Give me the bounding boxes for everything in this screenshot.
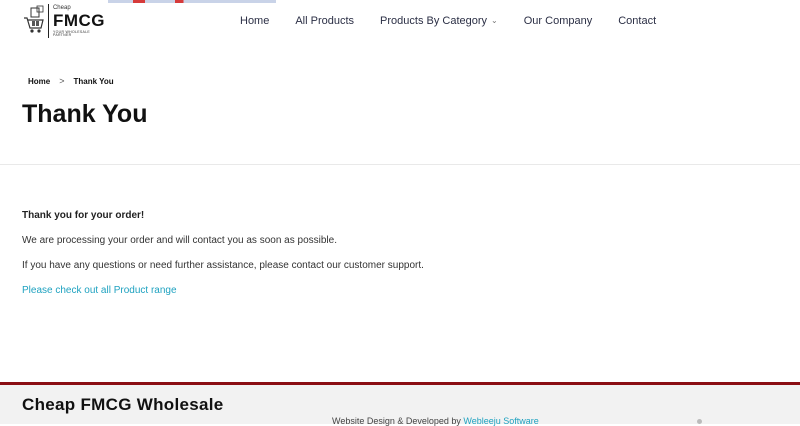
logo-divider: [48, 4, 49, 38]
nav-item-home[interactable]: Home: [240, 15, 269, 27]
breadcrumb-home[interactable]: Home: [28, 77, 50, 86]
site-logo[interactable]: Cheap FMCG YOUR WHOLESALE PARTNER: [22, 2, 108, 40]
product-range-link[interactable]: Please check out all Product range: [22, 285, 177, 296]
nav-item-label: All Products: [295, 15, 355, 27]
breadcrumb-current: Thank You: [73, 76, 114, 86]
footer-social-icon[interactable]: [697, 419, 702, 424]
footer-credit: Website Design & Developed by Webleeju S…: [332, 416, 539, 426]
nav-item-label: Our Company: [523, 15, 593, 27]
breadcrumb-separator-icon: >: [59, 76, 65, 86]
logo-tagline: YOUR WHOLESALE PARTNER: [52, 29, 91, 37]
nav-item-label: Products By Category: [380, 15, 488, 27]
nav-item-our-company[interactable]: Our Company: [524, 15, 592, 27]
logo-text: Cheap FMCG YOUR WHOLESALE PARTNER: [53, 5, 108, 38]
footer-credit-link[interactable]: Webleeju Software: [463, 416, 538, 426]
main-nav: Home All Products Products By Category ⌄ …: [240, 15, 682, 27]
shopping-cart-icon: [22, 4, 46, 38]
page-title: Thank You: [22, 100, 148, 128]
footer-brand: Cheap FMCG Wholesale: [22, 395, 224, 414]
header-banner-strip: [108, 0, 276, 3]
logo-small-text: Cheap: [52, 4, 71, 11]
section-divider: [0, 164, 800, 165]
chevron-down-icon: ⌄: [491, 16, 498, 25]
order-confirmation-content: Thank you for your order! We are process…: [22, 210, 782, 310]
site-footer: Cheap FMCG Wholesale Website Design & De…: [0, 382, 800, 426]
footer-credit-text: Website Design & Developed by: [332, 416, 464, 426]
logo-brand-text: FMCG: [52, 10, 106, 30]
site-header: Cheap FMCG YOUR WHOLESALE PARTNER Home A…: [0, 0, 800, 46]
nav-item-all-products[interactable]: All Products: [295, 15, 354, 27]
support-message: If you have any questions or need furthe…: [22, 260, 424, 271]
nav-item-label: Contact: [618, 15, 657, 27]
nav-item-contact[interactable]: Contact: [618, 15, 656, 27]
nav-item-label: Home: [240, 15, 270, 27]
processing-message: We are processing your order and will co…: [22, 235, 337, 246]
breadcrumb: Home > Thank You: [28, 76, 114, 86]
thanks-heading: Thank you for your order!: [22, 210, 145, 221]
nav-item-products-by-category[interactable]: Products By Category ⌄: [380, 15, 498, 27]
